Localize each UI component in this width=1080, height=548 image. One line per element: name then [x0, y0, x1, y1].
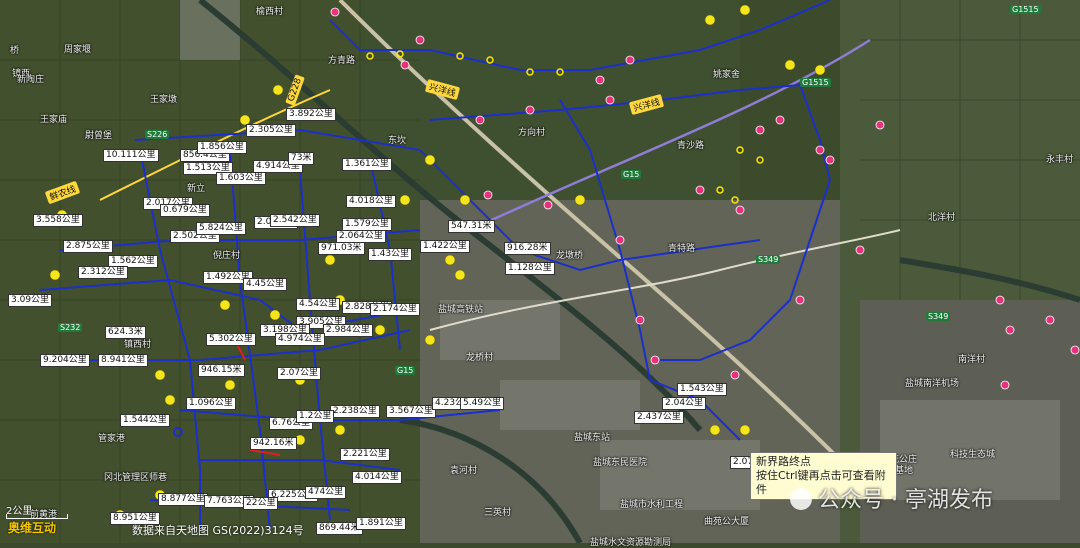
watermark-text: 公众号 · 亭湖发布 [818, 488, 993, 513]
distance-label: 1.128公里 [505, 262, 555, 275]
distance-label: 2.07公里 [277, 367, 322, 380]
place-label: 袁河村 [450, 466, 478, 476]
distance-label: 1.422公里 [420, 240, 470, 253]
place-label: 盐城市水利工程 [620, 500, 684, 510]
distance-label: 73米 [288, 152, 315, 165]
place-label: 周家堰 [64, 45, 92, 55]
highway-shield: G1515 [1010, 5, 1041, 14]
distance-label: 2.174公里 [370, 303, 420, 316]
distance-label: 2.984公里 [323, 324, 373, 337]
distance-label: 9.204公里 [40, 354, 90, 367]
place-label: 王家庙 [40, 115, 68, 125]
distance-label: 4.018公里 [346, 195, 396, 208]
highway-shield: S232 [58, 323, 83, 332]
place-label: 盐城东民医院 [593, 458, 648, 468]
place-label: 龙桥村 [466, 353, 494, 363]
place-label: 榆西村 [256, 7, 284, 17]
place-label: 姚家舍 [713, 70, 741, 80]
distance-label: 1.096公里 [186, 397, 236, 410]
distance-label: 1.544公里 [120, 414, 170, 427]
distance-label: 2.305公里 [246, 124, 296, 137]
place-label: 三英村 [484, 508, 512, 518]
place-label: 方青路 [328, 56, 356, 66]
highway-shield: G1515 [800, 78, 831, 87]
highway-shield: G15 [395, 366, 416, 375]
distance-label: 1.43公里 [368, 248, 413, 261]
distance-label: 2.221公里 [340, 448, 390, 461]
place-label: 尉曾堡 [85, 131, 113, 141]
place-label: 方向村 [518, 128, 546, 138]
distance-label: 3.558公里 [33, 214, 83, 227]
distance-label: 1.891公里 [356, 517, 406, 530]
distance-label: 3.567公里 [386, 405, 436, 418]
distance-label: 1.361公里 [342, 158, 392, 171]
distance-label: 2.875公里 [63, 240, 113, 253]
distance-label: 946.15米 [198, 364, 245, 377]
place-label: 桥 [10, 46, 20, 56]
distance-label: 2.064公里 [336, 230, 386, 243]
place-label: 新陶庄 [17, 75, 45, 85]
place-label: 南洋村 [958, 355, 986, 365]
distance-label: 916.28米 [504, 242, 551, 255]
distance-label: 2.437公里 [634, 411, 684, 424]
place-label: 盐城南洋机场 [905, 379, 960, 389]
distance-label: 4.014公里 [352, 471, 402, 484]
highway-shield: S349 [756, 255, 781, 264]
place-label: 管家港 [98, 434, 126, 444]
place-label: 科技生态城 [950, 450, 996, 460]
highway-shield: G15 [621, 170, 642, 179]
place-label: 新立 [187, 184, 206, 194]
distance-label: 0.679公里 [160, 204, 210, 217]
distance-label: 2.04公里 [662, 397, 707, 410]
highway-shield: S349 [926, 312, 951, 321]
distance-label: 4.45公里 [243, 278, 288, 291]
distance-label: 1.2公里 [296, 410, 335, 423]
distance-label: 8.941公里 [98, 354, 148, 367]
distance-label: 547.31米 [448, 220, 495, 233]
distance-label: 8.877公里 [158, 493, 208, 506]
distance-label: 1.543公里 [677, 383, 727, 396]
place-label: 青特路 [668, 244, 696, 254]
distance-label: 10.111公里 [103, 149, 159, 162]
map-credit: 数据来自天地图 GS(2022)3124号 [132, 524, 304, 537]
place-label: 北洋村 [928, 213, 956, 223]
wechat-icon [790, 488, 812, 510]
watermark: 公众号 · 亭湖发布 [790, 482, 993, 514]
distance-label: 4.974公里 [275, 333, 325, 346]
app-logo: 奥维互动 [8, 521, 57, 535]
place-label: 龙墩桥 [556, 251, 584, 261]
distance-label: 5.49公里 [460, 397, 505, 410]
distance-label: 1.856公里 [197, 141, 247, 154]
distance-label: 2.238公里 [330, 405, 380, 418]
distance-label: 1.603公里 [216, 172, 266, 185]
place-label: 盐城东站 [574, 433, 611, 443]
highway-shield: S226 [145, 130, 170, 139]
distance-label: 5.302公里 [206, 333, 256, 346]
place-label: 曲苑公大厦 [704, 517, 750, 527]
place-label: 永丰村 [1046, 155, 1074, 165]
place-label: 青沙路 [677, 141, 705, 151]
place-label: 东坎 [388, 136, 407, 146]
distance-label: 942.16米 [250, 437, 297, 450]
place-label: 盐城水文资源勘测局 [590, 538, 672, 548]
distance-label: 474公里 [305, 486, 347, 499]
distance-label: 5.824公里 [196, 222, 246, 235]
place-label: 镇西村 [124, 340, 152, 350]
distance-label: 3.09公里 [8, 294, 53, 307]
place-label: 倪庄村 [213, 251, 241, 261]
distance-label: 2.542公里 [270, 214, 320, 227]
distance-label: 3.892公里 [286, 108, 336, 121]
place-label: 冈北管理区师巷 [104, 473, 168, 483]
tooltip-title: 新界路终点 [756, 455, 811, 468]
place-label: 王家墩 [150, 95, 178, 105]
place-label: 盐城高铁站 [438, 305, 484, 315]
distance-label: 2.312公里 [78, 266, 128, 279]
distance-label: 22公里 [243, 497, 279, 510]
distance-label: 4.54公里 [296, 298, 341, 311]
distance-label: 971.03米 [318, 242, 365, 255]
